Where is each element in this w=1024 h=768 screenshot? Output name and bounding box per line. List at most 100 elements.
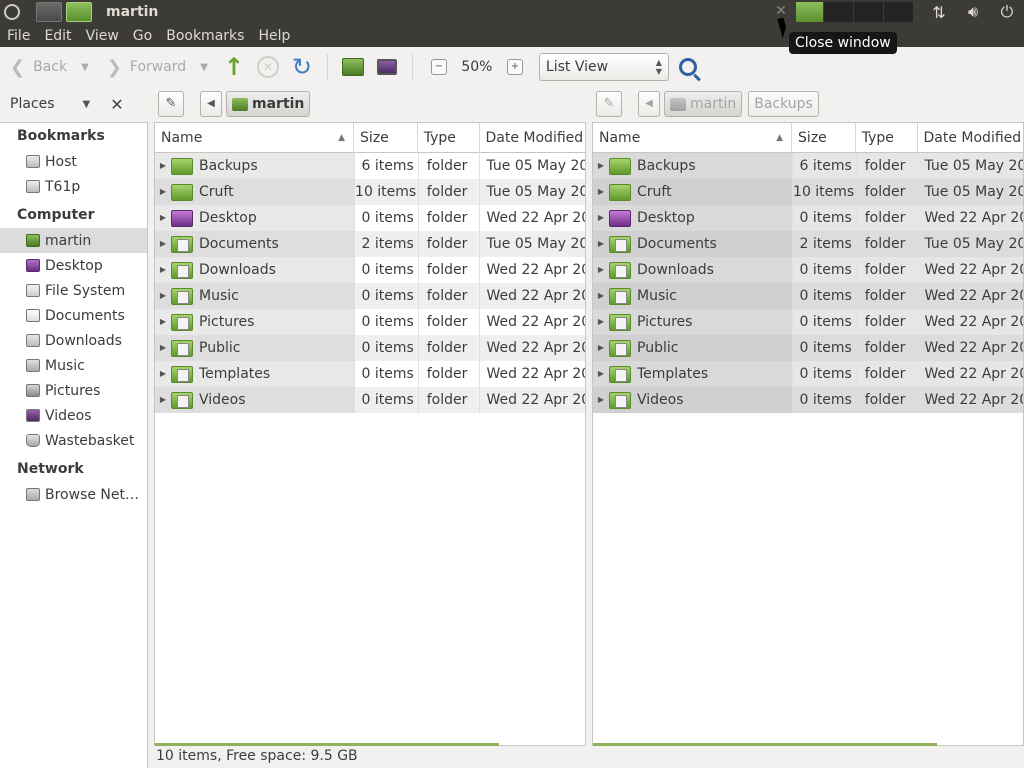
breadcrumb-scroll-left-icon[interactable]: ◀ bbox=[638, 91, 660, 117]
file-name-cell[interactable]: ▶ Music bbox=[155, 283, 355, 309]
expander-icon[interactable]: ▶ bbox=[595, 257, 607, 283]
file-row[interactable]: ▶ Documents 2 itemsfolderTue 05 May 201 bbox=[155, 231, 585, 257]
expander-icon[interactable]: ▶ bbox=[595, 205, 607, 231]
window-thumbnail[interactable] bbox=[854, 2, 884, 22]
expander-icon[interactable]: ▶ bbox=[595, 361, 607, 387]
sidebar-item-wastebasket[interactable]: Wastebasket bbox=[0, 428, 147, 453]
pane-splitter[interactable] bbox=[587, 122, 591, 746]
file-row[interactable]: ▶ Public 0 itemsfolderWed 22 Apr 201 bbox=[155, 335, 585, 361]
file-name-cell[interactable]: ▶ Public bbox=[593, 335, 793, 361]
file-name-cell[interactable]: ▶ Downloads bbox=[155, 257, 355, 283]
close-icon[interactable]: ✕ bbox=[774, 4, 788, 18]
column-header-name[interactable]: Name ▲ bbox=[155, 123, 355, 153]
power-icon[interactable]: ⏻ bbox=[990, 2, 1024, 22]
file-row[interactable]: ▶ Templates 0 itemsfolderWed 22 Apr 201 bbox=[593, 361, 1023, 387]
expander-icon[interactable]: ▶ bbox=[157, 231, 169, 257]
file-row[interactable]: ▶ Templates 0 itemsfolderWed 22 Apr 201 bbox=[155, 361, 585, 387]
file-name-cell[interactable]: ▶ Documents bbox=[593, 231, 793, 257]
volume-icon[interactable]: 🔊︎ bbox=[956, 2, 990, 22]
breadcrumb-home[interactable]: martin bbox=[226, 91, 311, 117]
file-list-left[interactable]: Name ▲ Size Type Date Modified ▶ Backups 6 … bbox=[154, 122, 586, 746]
column-header-date-modified[interactable]: Date Modified bbox=[918, 123, 1024, 153]
file-row[interactable]: ▶ Cruft 10 itemsfolderTue 05 May 201 bbox=[155, 179, 585, 205]
window-thumbnail[interactable] bbox=[884, 2, 914, 22]
file-row[interactable]: ▶ Documents 2 itemsfolderTue 05 May 201 bbox=[593, 231, 1023, 257]
column-header-size[interactable]: Size bbox=[354, 123, 418, 153]
file-row[interactable]: ▶ Desktop 0 itemsfolderWed 22 Apr 201 bbox=[593, 205, 1023, 231]
expander-icon[interactable]: ▶ bbox=[595, 179, 607, 205]
forward-button[interactable]: ❯ Forward ▼ bbox=[107, 51, 208, 83]
file-name-cell[interactable]: ▶ Cruft bbox=[593, 179, 793, 205]
column-header-name[interactable]: Name ▲ bbox=[593, 123, 793, 153]
file-name-cell[interactable]: ▶ Videos bbox=[593, 387, 793, 413]
sidebar-item-pictures[interactable]: Pictures bbox=[0, 378, 147, 403]
expander-icon[interactable]: ▶ bbox=[595, 231, 607, 257]
menu-help[interactable]: Help bbox=[251, 28, 297, 44]
file-row[interactable]: ▶ Music 0 itemsfolderWed 22 Apr 201 bbox=[593, 283, 1023, 309]
file-row[interactable]: ▶ Music 0 itemsfolderWed 22 Apr 201 bbox=[155, 283, 585, 309]
workspace-switcher-icon[interactable] bbox=[36, 2, 62, 22]
menu-view[interactable]: View bbox=[79, 28, 126, 44]
breadcrumb-home[interactable]: martin bbox=[664, 91, 743, 117]
sidebar-item-downloads[interactable]: Downloads bbox=[0, 328, 147, 353]
expander-icon[interactable]: ▶ bbox=[595, 309, 607, 335]
home-folder-launcher-icon[interactable] bbox=[66, 2, 92, 22]
file-row[interactable]: ▶ Backups 6 itemsfolderTue 05 May 201 bbox=[155, 153, 585, 179]
column-header-date-modified[interactable]: Date Modified bbox=[480, 123, 586, 153]
expander-icon[interactable]: ▶ bbox=[157, 179, 169, 205]
expander-icon[interactable]: ▶ bbox=[157, 361, 169, 387]
network-updown-icon[interactable]: ⇅ bbox=[922, 3, 956, 22]
file-name-cell[interactable]: ▶ Templates bbox=[593, 361, 793, 387]
sidebar-item-browse-network[interactable]: Browse Net… bbox=[0, 482, 147, 507]
sidebar-item-host[interactable]: Host bbox=[0, 149, 147, 174]
column-header-type[interactable]: Type bbox=[418, 123, 480, 153]
sidebar-item-t61p[interactable]: T61p bbox=[0, 174, 147, 199]
expander-icon[interactable]: ▶ bbox=[157, 283, 169, 309]
column-header-size[interactable]: Size bbox=[792, 123, 856, 153]
expander-icon[interactable]: ▶ bbox=[157, 257, 169, 283]
sidebar-item-videos[interactable]: Videos bbox=[0, 403, 147, 428]
view-mode-select[interactable]: List View ▲ ▼ bbox=[538, 53, 669, 81]
file-name-cell[interactable]: ▶ Backups bbox=[155, 153, 355, 179]
file-name-cell[interactable]: ▶ Cruft bbox=[155, 179, 355, 205]
forward-history-dropdown-icon[interactable]: ▼ bbox=[200, 62, 208, 73]
expander-icon[interactable]: ▶ bbox=[595, 387, 607, 413]
search-icon[interactable] bbox=[678, 58, 697, 76]
file-name-cell[interactable]: ▶ Desktop bbox=[155, 205, 355, 231]
zoom-out-icon[interactable]: − bbox=[430, 59, 447, 75]
stop-icon[interactable]: ✕ bbox=[256, 55, 280, 79]
sidebar-item-documents[interactable]: Documents bbox=[0, 303, 147, 328]
computer-icon[interactable] bbox=[375, 55, 399, 79]
file-name-cell[interactable]: ▶ Pictures bbox=[155, 309, 355, 335]
menu-file[interactable]: File bbox=[0, 28, 37, 44]
sidebar-item-martin[interactable]: martin bbox=[0, 228, 147, 253]
breadcrumb-backups[interactable]: Backups bbox=[748, 91, 819, 117]
home-icon[interactable] bbox=[341, 55, 365, 79]
file-row[interactable]: ▶ Downloads 0 itemsfolderWed 22 Apr 201 bbox=[593, 257, 1023, 283]
expander-icon[interactable]: ▶ bbox=[157, 335, 169, 361]
expander-icon[interactable]: ▶ bbox=[595, 335, 607, 361]
file-name-cell[interactable]: ▶ Documents bbox=[155, 231, 355, 257]
file-name-cell[interactable]: ▶ Templates bbox=[155, 361, 355, 387]
file-name-cell[interactable]: ▶ Downloads bbox=[593, 257, 793, 283]
sidebar-item-music[interactable]: Music bbox=[0, 353, 147, 378]
file-name-cell[interactable]: ▶ Desktop bbox=[593, 205, 793, 231]
file-row[interactable]: ▶ Videos 0 itemsfolderWed 22 Apr 201 bbox=[155, 387, 585, 413]
file-name-cell[interactable]: ▶ Music bbox=[593, 283, 793, 309]
column-header-type[interactable]: Type bbox=[856, 123, 918, 153]
file-row[interactable]: ▶ Cruft 10 itemsfolderTue 05 May 201 bbox=[593, 179, 1023, 205]
expander-icon[interactable]: ▶ bbox=[157, 309, 169, 335]
edit-location-icon[interactable]: ✎ bbox=[596, 91, 622, 117]
window-thumbnail[interactable] bbox=[824, 2, 854, 22]
menu-bookmarks[interactable]: Bookmarks bbox=[159, 28, 251, 44]
expander-icon[interactable]: ▶ bbox=[595, 283, 607, 309]
file-list-right[interactable]: Name ▲ Size Type Date Modified ▶ Backups 6 … bbox=[592, 122, 1024, 746]
file-row[interactable]: ▶ Pictures 0 itemsfolderWed 22 Apr 201 bbox=[155, 309, 585, 335]
ubuntu-logo-icon[interactable] bbox=[0, 0, 24, 24]
file-row[interactable]: ▶ Downloads 0 itemsfolderWed 22 Apr 201 bbox=[155, 257, 585, 283]
sidebar-item-desktop[interactable]: Desktop bbox=[0, 253, 147, 278]
breadcrumb-scroll-left-icon[interactable]: ◀ bbox=[200, 91, 222, 117]
back-history-dropdown-icon[interactable]: ▼ bbox=[81, 62, 89, 73]
edit-location-icon[interactable]: ✎ bbox=[158, 91, 184, 117]
menu-edit[interactable]: Edit bbox=[37, 28, 78, 44]
